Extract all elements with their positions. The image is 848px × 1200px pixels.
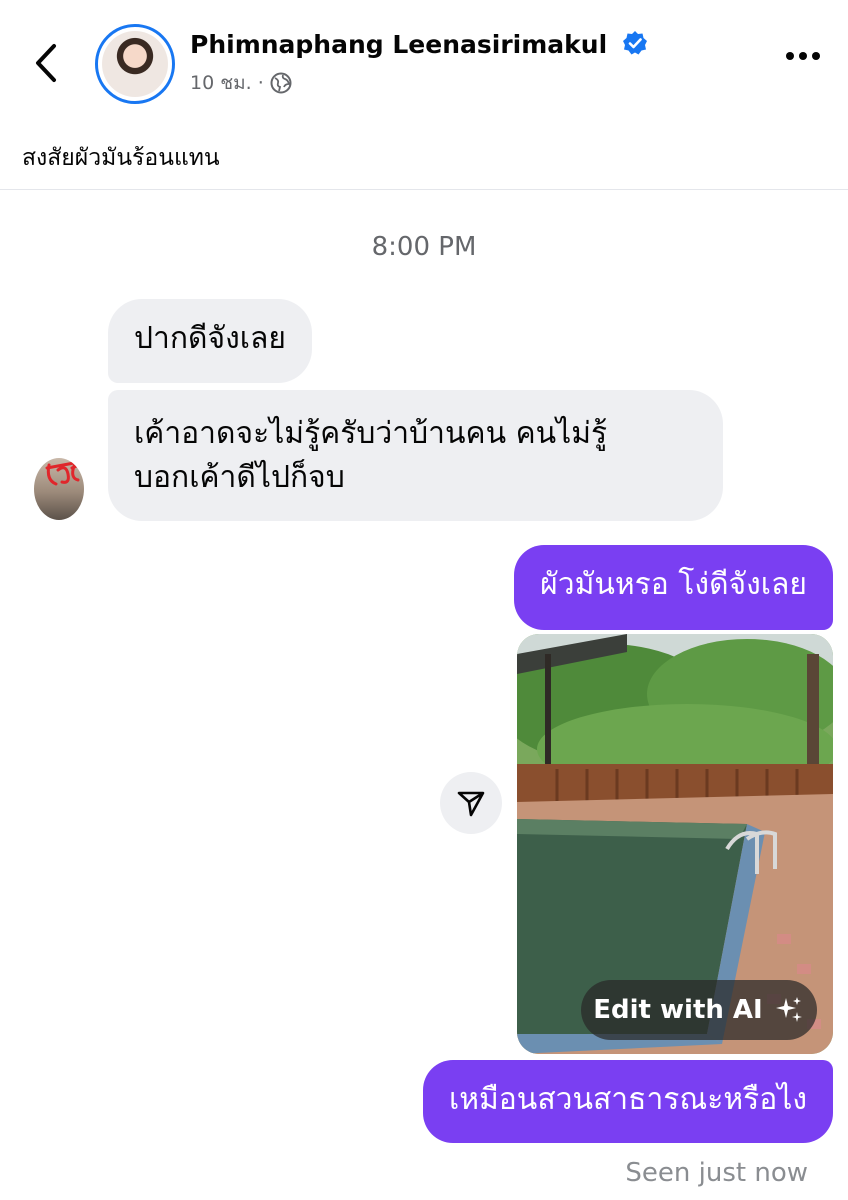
message-text: เค้าอาดจะไม่รู้ครับว่าบ้านคน คนไม่รู้ [134,416,608,451]
more-dots-icon [786,52,794,60]
meta-separator: · [257,72,264,94]
message-text: ปากดีจังเลย [134,321,286,356]
author-name[interactable]: Phimnaphang Leenasirimakul [190,30,607,59]
incoming-message: เค้าอาดจะไม่รู้ครับว่าบ้านคน คนไม่รู้ บอ… [108,390,723,521]
scribble-overlay [45,461,83,486]
edit-with-ai-button[interactable]: Edit with AI [581,980,817,1040]
outgoing-message: เหมือนสวนสาธารณะหรือไง [422,1060,833,1143]
incoming-message: ปากดีจังเลย [108,299,312,383]
sender-avatar[interactable] [34,458,84,520]
more-options-button[interactable] [786,52,820,60]
globe-icon [270,72,292,94]
edit-ai-label: Edit with AI [593,995,763,1025]
send-icon [457,791,485,817]
seen-status: Seen just now [625,1158,808,1188]
post-meta: 10 ชม. · [190,68,292,98]
post-caption: สงสัยผัวมันร้อนแทน [22,145,220,171]
message-text: เหมือนสวนสาธารณะหรือไง [448,1082,807,1117]
chat-timestamp: 8:00 PM [371,232,477,262]
author-name-row[interactable]: Phimnaphang Leenasirimakul [190,30,648,59]
sparkle-icon [775,997,802,1022]
verified-badge-icon [622,31,647,55]
outgoing-message: ผัวมันหรอ โง่ดีจังเลย [514,545,833,630]
post-header: Phimnaphang Leenasirimakul 10 ชม. · [0,0,848,120]
share-button[interactable] [440,772,502,834]
message-text: ผัวมันหรอ โง่ดีจังเลย [540,567,807,602]
avatar-photo [102,31,168,97]
post-time[interactable]: 10 ชม. [190,68,252,98]
chevron-left-icon [36,44,56,82]
back-button[interactable] [28,38,68,88]
message-text: บอกเค้าดีไปก็จบ [134,460,345,495]
author-avatar[interactable] [95,24,175,104]
divider [0,189,848,190]
